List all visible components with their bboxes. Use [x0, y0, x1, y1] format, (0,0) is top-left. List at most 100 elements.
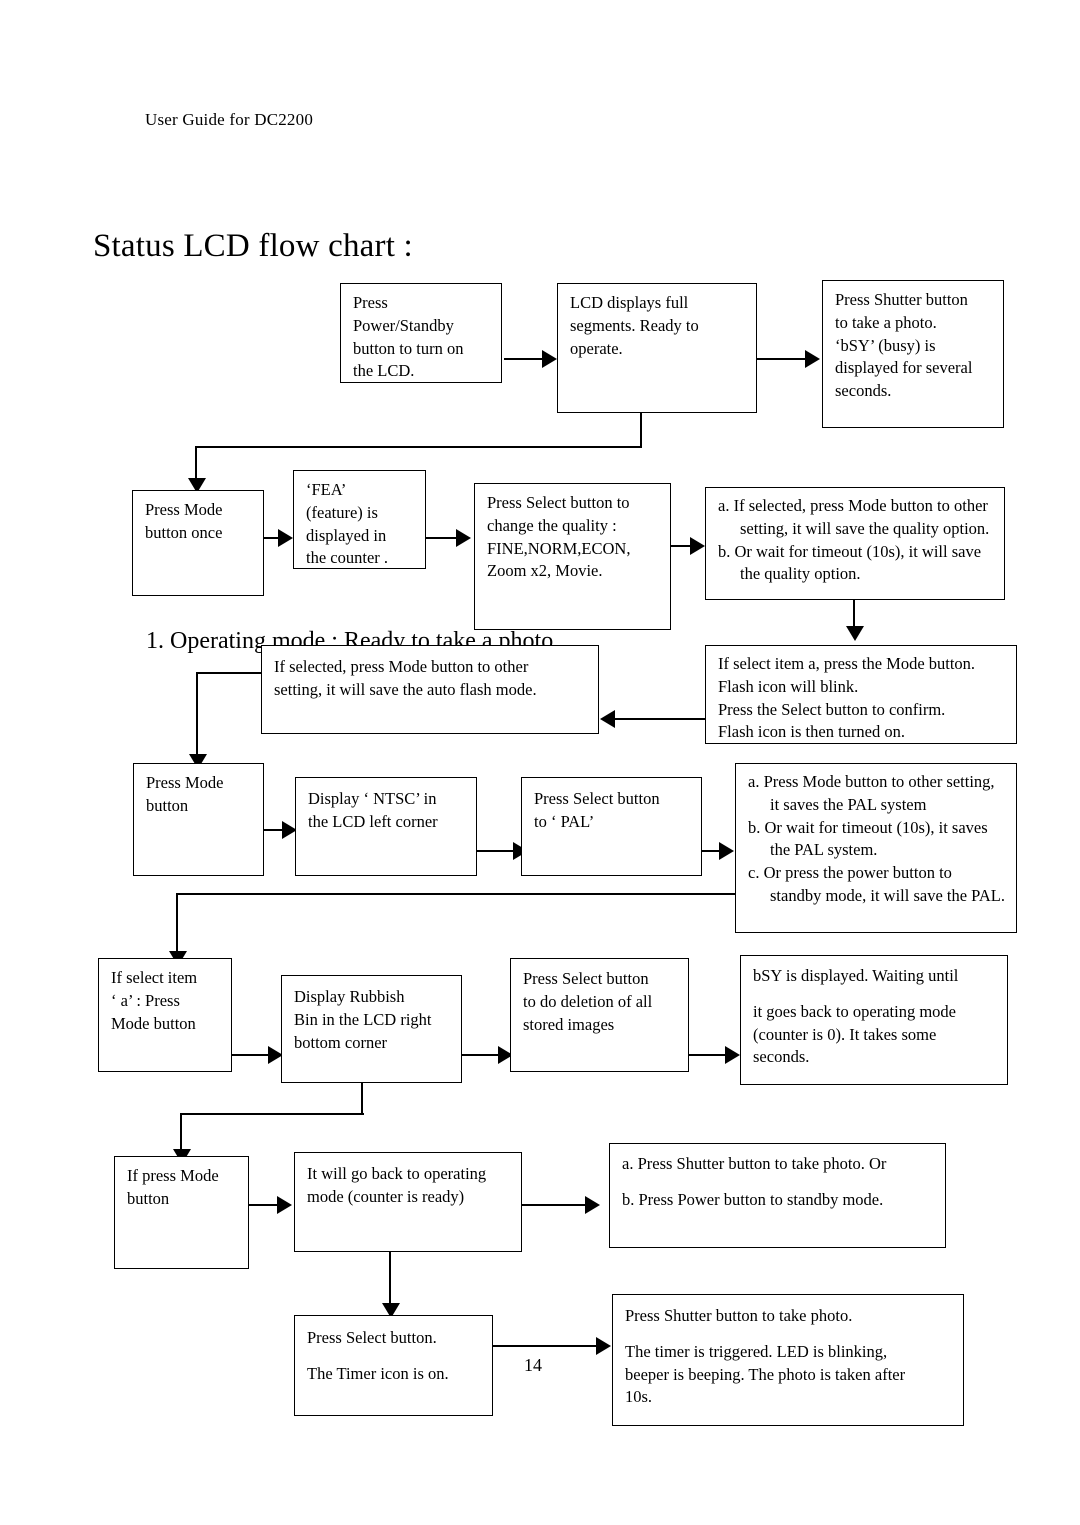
node-text-line: Flash icon is then turned on.	[718, 722, 905, 742]
node-text-line: Press Select button	[523, 969, 649, 988]
node-text-line: the LCD left corner	[308, 811, 438, 831]
connector-timer-to-triggered	[493, 1345, 598, 1348]
node-text-line: Flash icon will blink.	[718, 676, 859, 696]
node-text-line: stored images	[523, 1014, 615, 1034]
node-text-line: Press	[353, 293, 388, 312]
arrow-ifmode-to-back	[277, 1196, 292, 1214]
node-text-line: displayed in	[306, 525, 387, 545]
option-item: c. Or press the power button to standby …	[748, 863, 1005, 905]
node-text-line: Press Mode	[146, 773, 224, 792]
node-text-line: button	[127, 1188, 170, 1208]
node-text-line: the counter .	[306, 548, 389, 568]
node-text-line: setting, it will save the auto flash mod…	[274, 679, 537, 699]
connector-bin-left	[180, 1113, 364, 1116]
node-select-pal: Press Select button to ‘ PAL’	[521, 777, 702, 876]
node-text-line: 10s.	[625, 1387, 653, 1407]
node-power-standby: Press Power/Standby button to turn on th…	[340, 283, 502, 383]
connector-flash-to-autosave	[615, 718, 705, 721]
node-text-line: Press Shutter button to take photo.	[625, 1306, 853, 1325]
connector-pal-down	[176, 893, 179, 955]
node-timer-on: Press Select button. The Timer icon is o…	[294, 1315, 493, 1416]
node-text-line: displayed for several	[835, 358, 973, 378]
node-text-line: it goes back to operating mode	[753, 1001, 956, 1021]
node-text-line: Press the Select button to confirm.	[718, 699, 946, 719]
node-text-line: The timer is triggered. LED is blinking,	[625, 1341, 888, 1361]
node-text-line: (feature) is	[306, 502, 378, 522]
connector-autosave-down	[196, 672, 199, 758]
node-text-line: Press Shutter button	[835, 290, 968, 309]
arrow-quality-to-options	[690, 537, 705, 555]
node-text-line: ‘FEA’	[306, 480, 347, 499]
node-shutter-or-power: a. Press Shutter button to take photo. O…	[609, 1143, 946, 1248]
node-text-line: Mode button	[111, 1013, 196, 1033]
connector-lcd-left	[195, 446, 642, 449]
node-text-line: operate.	[570, 338, 623, 358]
connector-delete-to-bsy	[689, 1054, 727, 1057]
option-item: b. Press Power button to standby mode.	[622, 1189, 884, 1209]
node-bsy-wait: bSY is displayed. Waiting until it goes …	[740, 955, 1008, 1085]
node-if-press-mode: If press Mode button	[114, 1156, 249, 1269]
connector-bin-to-delete	[462, 1054, 500, 1057]
node-text-line: seconds.	[835, 381, 892, 401]
option-item: b. Or wait for timeout (10s), it saves t…	[748, 817, 988, 860]
node-text-line: to take a photo.	[835, 312, 937, 332]
connector-bin-down	[361, 1083, 364, 1115]
node-text-line: to ‘ PAL’	[534, 811, 595, 831]
option-item: a. Press Shutter button to take photo. O…	[622, 1154, 887, 1173]
node-text-line: beeper is beeping. The photo is taken af…	[625, 1364, 906, 1384]
connector-power-to-lcd	[504, 358, 544, 361]
page-number: 14	[524, 1355, 542, 1375]
node-text-line: Power/Standby	[353, 315, 454, 335]
arrow-fea-to-quality	[456, 529, 471, 547]
connector-bin-down2	[180, 1113, 183, 1153]
connector-ifmode-to-back	[249, 1204, 279, 1207]
node-text-line: seconds.	[753, 1047, 810, 1067]
node-text-line: If press Mode	[127, 1166, 219, 1185]
arrow-flash-to-autosave	[600, 710, 615, 728]
node-text-line: ‘ a’ : Press	[111, 990, 180, 1010]
option-item: b. Or wait for timeout (10s), it will sa…	[718, 541, 982, 584]
option-item: a. If selected, press Mode button to oth…	[718, 496, 990, 538]
node-lcd-full-segments: LCD displays full segments. Ready to ope…	[557, 283, 757, 413]
node-select-quality: Press Select button to change the qualit…	[474, 483, 671, 630]
connector-back-down	[389, 1252, 392, 1307]
connector-itema-to-bin	[232, 1054, 270, 1057]
node-text-line: Bin in the LCD right	[294, 1009, 432, 1029]
node-select-item-a: If select item ‘ a’ : Press Mode button	[98, 958, 232, 1072]
arrow-lcd-to-shutter	[805, 350, 820, 368]
arrow-power-to-lcd	[542, 350, 557, 368]
node-text-line: Zoom x2, Movie.	[487, 561, 603, 581]
node-text-line: mode (counter is ready)	[307, 1186, 465, 1206]
arrow-timer-to-triggered	[596, 1337, 611, 1355]
node-text-line: Display Rubbish	[294, 987, 405, 1006]
node-text-line: Press Select button to	[487, 493, 630, 512]
node-rubbish-bin: Display Rubbish Bin in the LCD right bot…	[281, 975, 462, 1083]
node-text-line: to do deletion of all	[523, 991, 653, 1011]
node-text-line: If selected, press Mode button to other	[274, 657, 529, 676]
document-page: User Guide for DC2200 Status LCD flow ch…	[0, 0, 1080, 1525]
node-text-line: If select item a, press the Mode button.	[718, 654, 976, 673]
option-item: a. Press Mode button to other setting, i…	[748, 772, 995, 814]
node-quality-options: a. If selected, press Mode button to oth…	[705, 487, 1005, 600]
page-header: User Guide for DC2200	[145, 110, 314, 129]
node-timer-triggered: Press Shutter button to take photo. The …	[612, 1294, 964, 1426]
arrow-back-to-shutter	[585, 1196, 600, 1214]
node-text-line: LCD displays full	[570, 293, 689, 312]
node-text-line: the LCD.	[353, 361, 415, 381]
connector-down-to-press-mode	[195, 446, 198, 482]
connector-mode-to-ntsc	[264, 829, 284, 832]
arrow-mode-to-fea	[278, 529, 293, 547]
node-back-to-operating: It will go back to operating mode (count…	[294, 1152, 522, 1252]
node-text-line: ‘bSY’ (busy) is	[835, 335, 936, 355]
arrow-delete-to-bsy	[725, 1046, 740, 1064]
node-delete-all: Press Select button to do deletion of al…	[510, 958, 689, 1072]
node-text-line: FINE,NORM,ECON,	[487, 538, 631, 558]
connector-fea-to-quality	[426, 537, 459, 540]
node-pal-options: a. Press Mode button to other setting, i…	[735, 763, 1017, 933]
node-fea-counter: ‘FEA’ (feature) is displayed in the coun…	[293, 470, 426, 569]
node-text-line: It will go back to operating	[307, 1164, 487, 1183]
node-text-line: The Timer icon is on.	[307, 1363, 449, 1383]
node-text-line: Press Select button	[534, 789, 660, 808]
page-title: Status LCD flow chart :	[93, 228, 413, 264]
connector-lcd-to-shutter	[757, 358, 807, 361]
